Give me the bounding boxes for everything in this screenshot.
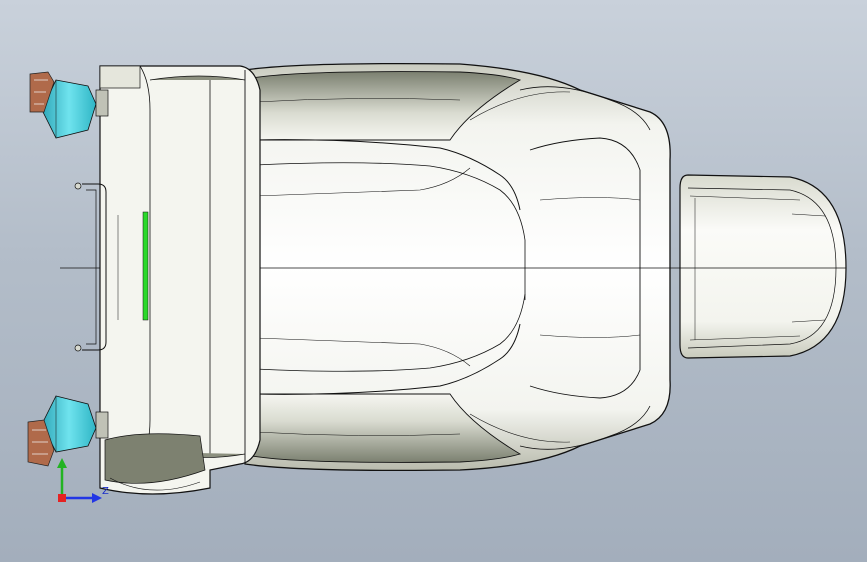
top-cyan-bracket[interactable]	[29, 71, 109, 139]
triad-x-axis	[58, 494, 66, 502]
triad-z-label: Z	[102, 486, 109, 497]
cad-viewport[interactable]: Z	[0, 0, 867, 562]
headrest[interactable]	[679, 174, 847, 359]
bottom-cyan-bracket[interactable]	[27, 395, 109, 467]
seat-model[interactable]: Z	[0, 0, 867, 562]
